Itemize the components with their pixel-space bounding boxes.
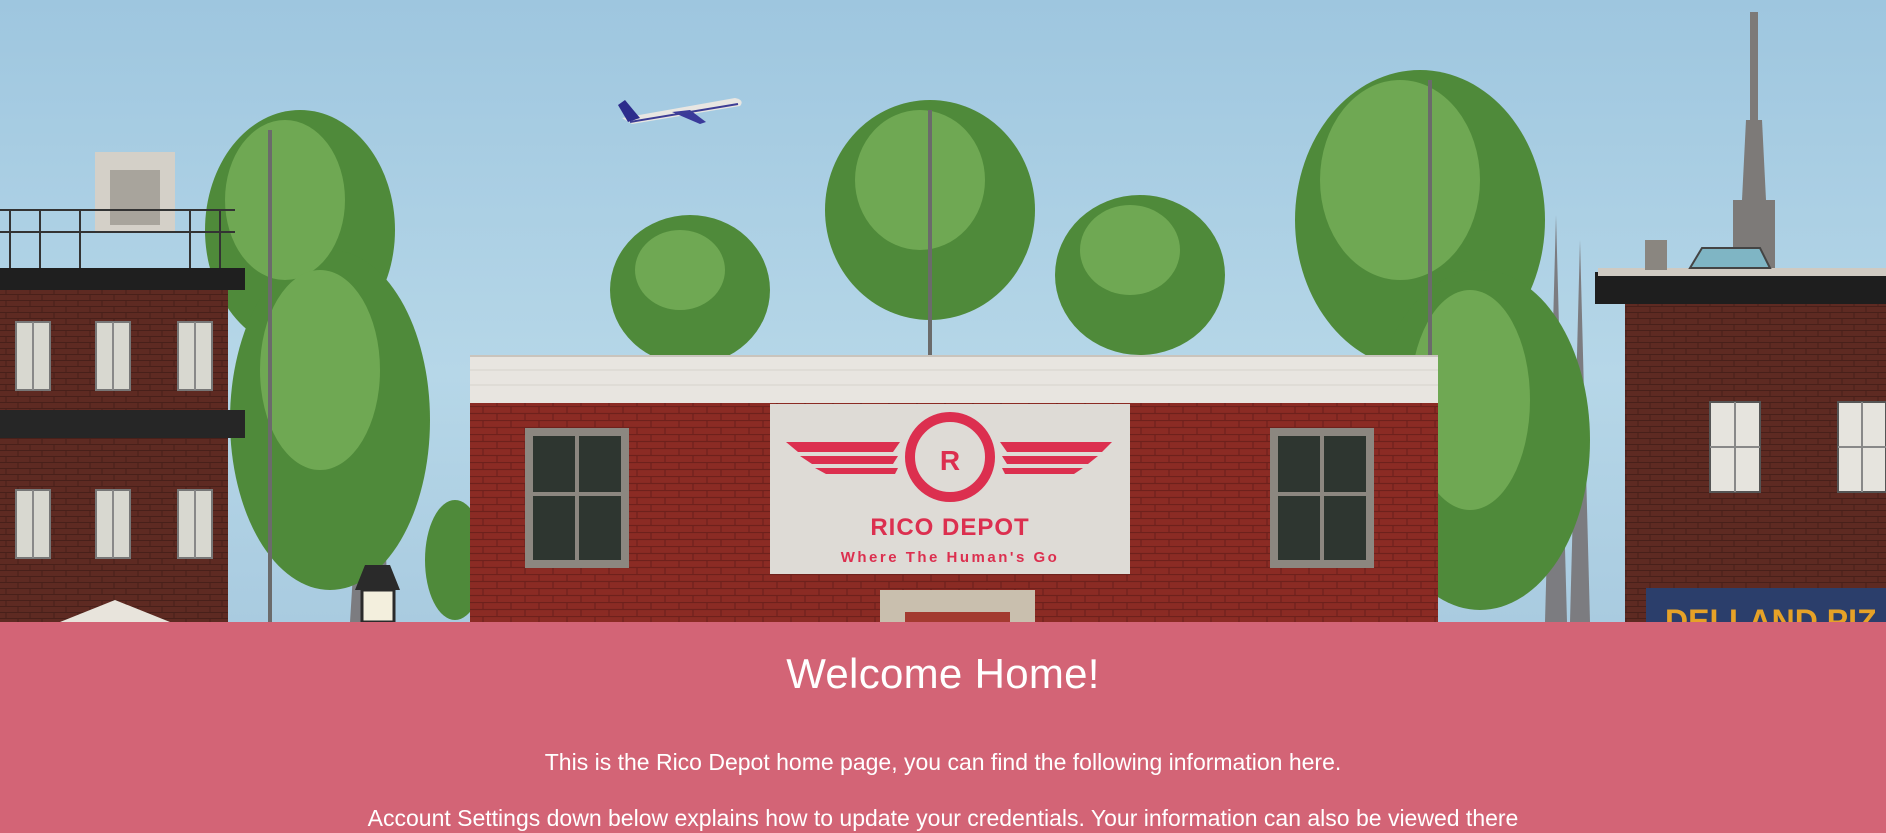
depot-window-right (1270, 428, 1374, 568)
right-building: DELLAND PIZ (1595, 240, 1886, 622)
welcome-title: Welcome Home! (786, 650, 1100, 697)
account-settings-note: Account Settings down below explains how… (367, 805, 1519, 831)
logo-tagline: Where The Human's Go (841, 549, 1060, 566)
street-lamp-icon (355, 565, 400, 622)
welcome-section: Welcome Home! This is the Rico Depot hom… (0, 622, 1886, 833)
shop-sign: DELLAND PIZ (1665, 603, 1877, 622)
logo-name: RICO DEPOT (870, 514, 1029, 541)
logo-letter: R (940, 445, 960, 476)
depot-building: R RICO DEPOT Where The Human's Go (470, 355, 1438, 622)
depot-window-left (525, 428, 629, 568)
hero-banner: DELLAND PIZ R RICO DEPOT Where The Human… (0, 0, 1886, 622)
rico-depot-logo: R RICO DEPOT Where The Human's Go (770, 404, 1130, 574)
intro-text: This is the Rico Depot home page, you ca… (544, 749, 1342, 775)
